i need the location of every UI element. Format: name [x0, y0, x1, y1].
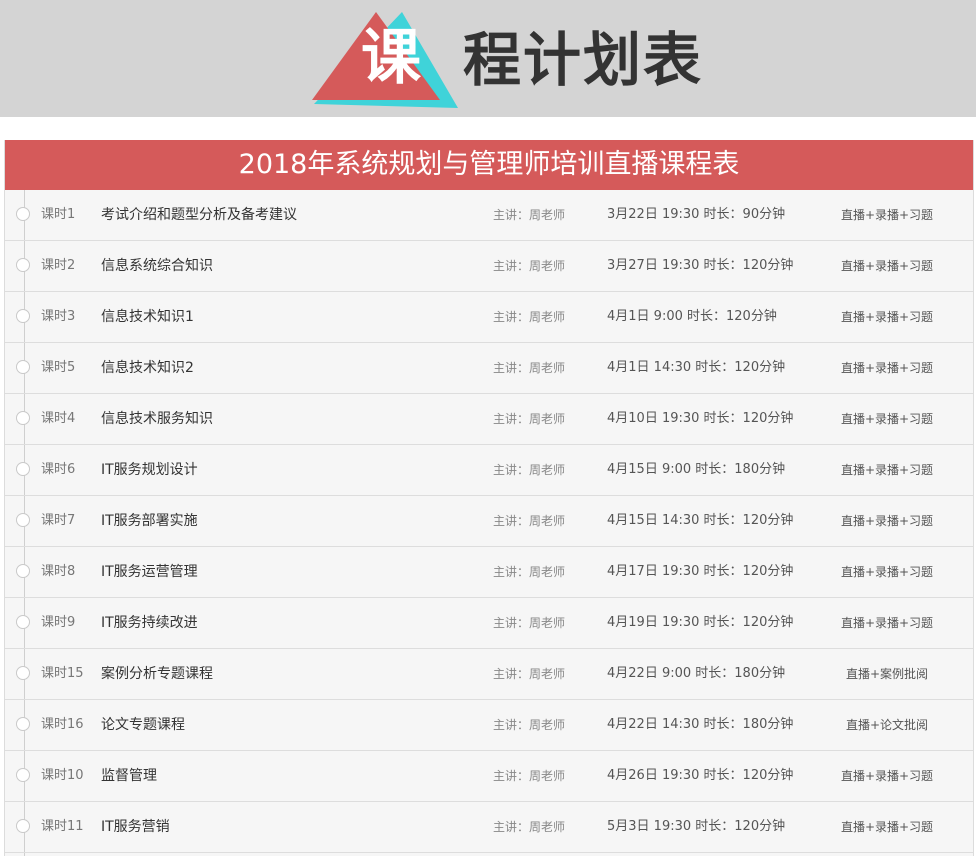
- lesson-type: 直播+录播+习题: [840, 616, 934, 630]
- table-row: 课时8 IT服务运营管理 主讲：周老师 4月17日 19:30 时长：120分钟 直播+…: [5, 547, 973, 598]
- lesson-time: 4月15日 14:30 时长：120分钟: [607, 513, 794, 528]
- lesson-teacher: 主讲：周老师: [493, 667, 566, 681]
- table-row: 课时6 IT服务规划设计 主讲：周老师 4月15日 9:00 时长：180分钟 直播+录…: [5, 445, 973, 496]
- table-row: 课时7 IT服务部署实施 主讲：周老师 4月15日 14:30 时长：120分钟 直播+…: [5, 496, 973, 547]
- logo-character: 课: [361, 23, 421, 93]
- table-row: 课时4 信息技术服务知识 主讲：周老师 4月10日 19:30 时长：120分钟 直播+…: [5, 394, 973, 445]
- lesson-title: 案例分析专题课程: [101, 666, 213, 682]
- lesson-time: 4月22日 14:30 时长：180分钟: [607, 717, 794, 732]
- lesson-time: 4月15日 9:00 时长：180分钟: [607, 462, 786, 477]
- lesson-title: IT服务部署实施: [101, 513, 198, 529]
- table-row: 课时15 案例分析专题课程 主讲：周老师 4月22日 9:00 时长：180分钟 直播+…: [5, 649, 973, 700]
- lesson-number: 课时9: [41, 615, 76, 630]
- lesson-teacher: 主讲：周老师: [493, 718, 566, 732]
- lesson-time: 5月3日 19:30 时长：120分钟: [607, 819, 786, 834]
- lesson-time: 4月19日 19:30 时长：120分钟: [607, 615, 794, 630]
- lesson-type: 直播+录播+习题: [840, 412, 934, 426]
- timeline-dot-icon: [16, 513, 30, 527]
- table-row: 课时10 监督管理 主讲：周老师 4月26日 19:30 时长：120分钟 直播+录播+…: [5, 751, 973, 802]
- timeline-dot-icon: [16, 615, 30, 629]
- lesson-number: 课时11: [41, 819, 84, 834]
- lesson-teacher: 主讲：周老师: [493, 208, 566, 222]
- lesson-teacher: 主讲：周老师: [493, 769, 566, 783]
- timeline-dot-icon: [16, 360, 30, 374]
- lesson-type: 直播+录播+习题: [840, 820, 934, 834]
- lesson-number: 课时10: [41, 768, 84, 783]
- lesson-teacher: 主讲：周老师: [493, 259, 566, 273]
- table-row: 课时1 考试介绍和题型分析及备考建议 主讲：周老师 3月22日 19:30 时长：90…: [5, 190, 973, 241]
- lesson-number: 课时8: [41, 564, 76, 579]
- lesson-type: 直播+录播+习题: [840, 514, 934, 528]
- timeline-dot-icon: [16, 258, 30, 272]
- lesson-number: 课时1: [41, 207, 76, 222]
- lesson-title: IT服务规划设计: [101, 462, 198, 478]
- table-header: 2018年系统规划与管理师培训直播课程表: [5, 140, 973, 190]
- lesson-title: 信息技术知识1: [101, 309, 194, 325]
- lesson-type: 直播+案例批阅: [845, 667, 929, 681]
- page-banner: 课 程计划表: [0, 0, 976, 117]
- table-row: 课时3 信息技术知识1 主讲：周老师 4月1日 9:00 时长：120分钟 直播+录播+…: [5, 292, 973, 343]
- lesson-title: 监督管理: [101, 768, 157, 784]
- lesson-time: 4月1日 14:30 时长：120分钟: [607, 360, 786, 375]
- lesson-number: 课时2: [41, 258, 76, 273]
- table-row: 课时5 信息技术知识2 主讲：周老师 4月1日 14:30 时长：120分钟 直播+录播…: [5, 343, 973, 394]
- lesson-type: 直播+录播+习题: [840, 310, 934, 324]
- lesson-number: 课时16: [41, 717, 84, 732]
- timeline-dot-icon: [16, 768, 30, 782]
- lesson-type: 直播+录播+习题: [840, 565, 934, 579]
- lesson-title: IT服务营销: [101, 819, 170, 835]
- lesson-title: IT服务运营管理: [101, 564, 198, 580]
- lesson-time: 4月1日 9:00 时长：120分钟: [607, 309, 777, 324]
- lesson-title: 考试介绍和题型分析及备考建议: [101, 207, 297, 223]
- lesson-time: 3月27日 19:30 时长：120分钟: [607, 258, 794, 273]
- lesson-number: 课时4: [41, 411, 76, 426]
- table-body: 课时1 考试介绍和题型分析及备考建议 主讲：周老师 3月22日 19:30 时长：90…: [5, 190, 973, 853]
- timeline-dot-icon: [16, 309, 30, 323]
- lesson-type: 直播+论文批阅: [845, 718, 929, 732]
- lesson-time: 4月22日 9:00 时长：180分钟: [607, 666, 786, 681]
- timeline-dot-icon: [16, 207, 30, 221]
- lesson-teacher: 主讲：周老师: [493, 412, 566, 426]
- lesson-teacher: 主讲：周老师: [493, 565, 566, 579]
- lesson-title: 信息技术服务知识: [101, 411, 213, 427]
- page-title: 程计划表: [463, 26, 704, 94]
- table-row: 课时16 论文专题课程 主讲：周老师 4月22日 14:30 时长：180分钟 直播+论…: [5, 700, 973, 751]
- table-row: 课时2 信息系统综合知识 主讲：周老师 3月27日 19:30 时长：120分钟 直播+…: [5, 241, 973, 292]
- lesson-number: 课时3: [41, 309, 76, 324]
- schedule-table: 2018年系统规划与管理师培训直播课程表 课时1 考试介绍和题型分析及备考建议 主讲…: [4, 140, 974, 856]
- lesson-teacher: 主讲：周老师: [493, 820, 566, 834]
- timeline-dot-icon: [16, 717, 30, 731]
- table-row: 课时11 IT服务营销 主讲：周老师 5月3日 19:30 时长：120分钟 直播+录播…: [5, 802, 973, 853]
- lesson-title: IT服务持续改进: [101, 615, 198, 631]
- lesson-time: 4月10日 19:30 时长：120分钟: [607, 411, 794, 426]
- lesson-teacher: 主讲：周老师: [493, 310, 566, 324]
- lesson-time: 4月26日 19:30 时长：120分钟: [607, 768, 794, 783]
- lesson-type: 直播+录播+习题: [840, 208, 934, 222]
- lesson-teacher: 主讲：周老师: [493, 361, 566, 375]
- timeline-dot-icon: [16, 564, 30, 578]
- timeline-dot-icon: [16, 411, 30, 425]
- lesson-type: 直播+录播+习题: [840, 259, 934, 273]
- timeline-dot-icon: [16, 666, 30, 680]
- lesson-type: 直播+录播+习题: [840, 769, 934, 783]
- table-row: 课时9 IT服务持续改进 主讲：周老师 4月19日 19:30 时长：120分钟 直播+…: [5, 598, 973, 649]
- lesson-title: 信息系统综合知识: [101, 258, 213, 274]
- lesson-time: 4月17日 19:30 时长：120分钟: [607, 564, 794, 579]
- timeline-dot-icon: [16, 819, 30, 833]
- timeline-dot-icon: [16, 462, 30, 476]
- lesson-title: 信息技术知识2: [101, 360, 194, 376]
- lesson-type: 直播+录播+习题: [840, 463, 934, 477]
- lesson-time: 3月22日 19:30 时长：90分钟: [607, 207, 786, 222]
- lesson-title: 论文专题课程: [101, 717, 185, 733]
- lesson-number: 课时6: [41, 462, 76, 477]
- lesson-number: 课时7: [41, 513, 76, 528]
- lesson-number: 课时5: [41, 360, 76, 375]
- lesson-teacher: 主讲：周老师: [493, 463, 566, 477]
- lesson-type: 直播+录播+习题: [840, 361, 934, 375]
- lesson-number: 课时15: [41, 666, 84, 681]
- lesson-teacher: 主讲：周老师: [493, 514, 566, 528]
- lesson-teacher: 主讲：周老师: [493, 616, 566, 630]
